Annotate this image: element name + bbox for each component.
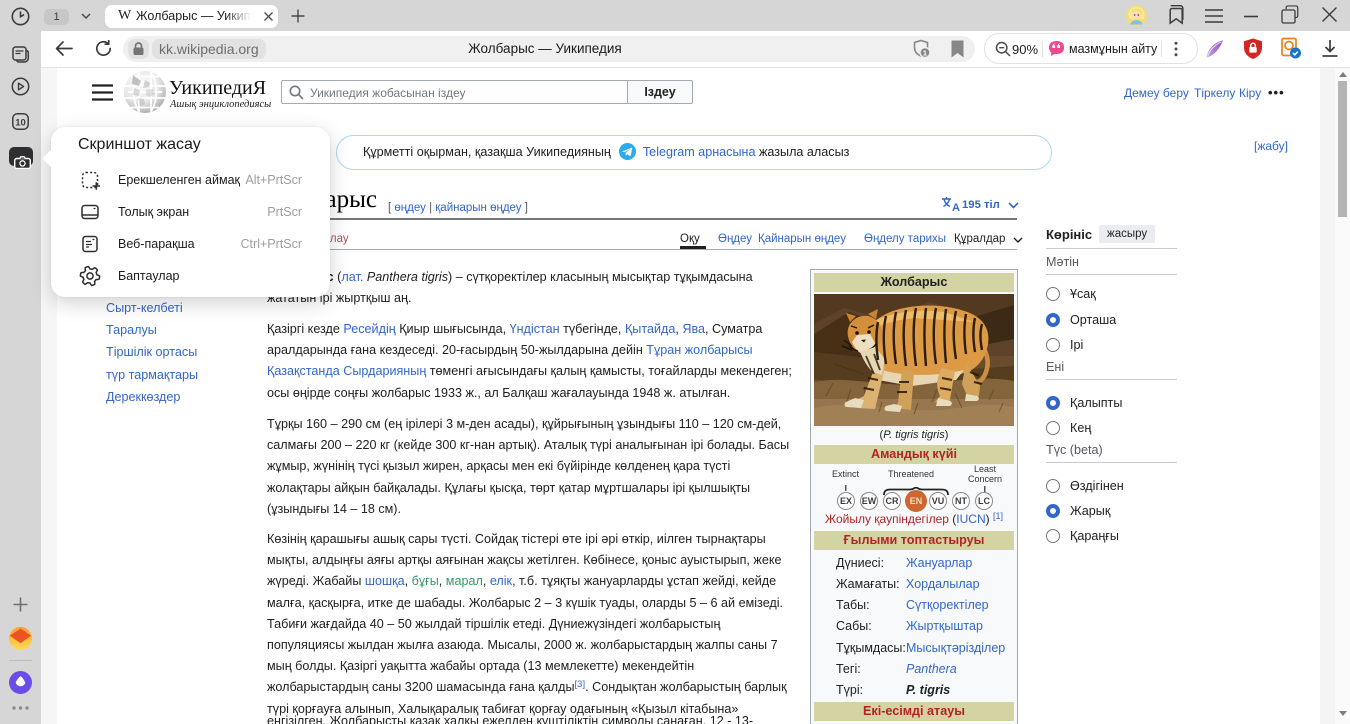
svg-text:A: A [952,202,960,213]
svg-text:10: 10 [15,117,26,128]
svg-text:1: 1 [923,49,927,58]
